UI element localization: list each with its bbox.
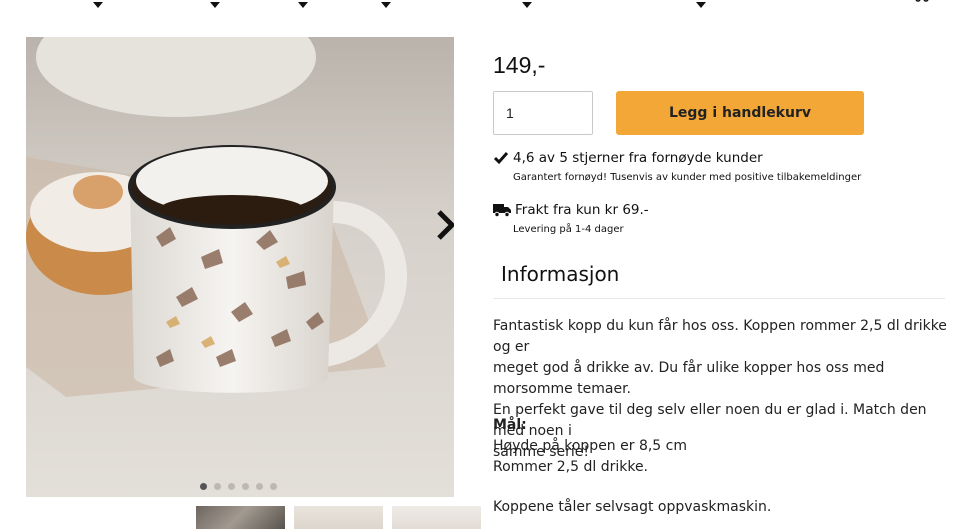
carousel-dot[interactable] xyxy=(228,483,235,490)
shopping-cart-icon[interactable] xyxy=(914,0,930,4)
thumbnail-strip xyxy=(196,506,481,529)
carousel-dots xyxy=(200,483,277,490)
info-section-title[interactable]: Informasjon xyxy=(501,262,619,286)
usp-shipping: Frakt fra kun kr 69.- Levering på 1-4 da… xyxy=(493,202,649,235)
divider xyxy=(493,298,945,299)
carousel-dot[interactable] xyxy=(270,483,277,490)
thumbnail-image[interactable] xyxy=(294,506,383,529)
usp-rating: 4,6 av 5 stjerner fra fornøyde kunder Ga… xyxy=(493,150,861,183)
nav-menu-1-caret-icon[interactable] xyxy=(93,2,103,8)
product-image xyxy=(26,37,454,497)
delivery-truck-icon xyxy=(493,204,511,217)
measurements: Mål: Høyde på koppen er 8,5 cm Rommer 2,… xyxy=(493,415,687,478)
dishwasher-note: Koppene tåler selvsagt oppvaskmaskin. xyxy=(493,499,772,515)
description-line: meget god å drikke av. Du får ulike kopp… xyxy=(493,360,885,397)
carousel-dot[interactable] xyxy=(200,483,207,490)
thumbnail-image[interactable] xyxy=(196,506,285,529)
chevron-right-icon[interactable] xyxy=(432,207,454,243)
checkmark-icon xyxy=(493,152,509,165)
carousel-dot[interactable] xyxy=(242,483,249,490)
add-to-cart-button[interactable]: Legg i handlekurv xyxy=(616,91,864,135)
carousel-dot[interactable] xyxy=(256,483,263,490)
measurement-line: Høyde på koppen er 8,5 cm xyxy=(493,438,687,454)
nav-menu-2-caret-icon[interactable] xyxy=(210,2,220,8)
nav-menu-6-caret-icon[interactable] xyxy=(696,2,706,8)
quantity-input[interactable] xyxy=(493,91,593,135)
description-line: Fantastisk kopp du kun får hos oss. Kopp… xyxy=(493,318,947,355)
usp-title: 4,6 av 5 stjerner fra fornøyde kunder xyxy=(513,150,763,166)
product-image-gallery[interactable] xyxy=(26,37,454,497)
nav-menu-5-caret-icon[interactable] xyxy=(522,2,532,8)
measurement-line: Rommer 2,5 dl drikke. xyxy=(493,459,649,475)
usp-subtitle: Levering på 1-4 dager xyxy=(513,224,624,235)
carousel-dot[interactable] xyxy=(214,483,221,490)
usp-title: Frakt fra kun kr 69.- xyxy=(515,202,649,218)
measurements-label: Mål: xyxy=(493,417,527,433)
nav-menu-4-caret-icon[interactable] xyxy=(381,2,391,8)
usp-subtitle: Garantert fornøyd! Tusenvis av kunder me… xyxy=(513,172,862,183)
thumbnail-image[interactable] xyxy=(392,506,481,529)
nav-menu-3-caret-icon[interactable] xyxy=(298,2,308,8)
product-price: 149,- xyxy=(493,52,546,78)
